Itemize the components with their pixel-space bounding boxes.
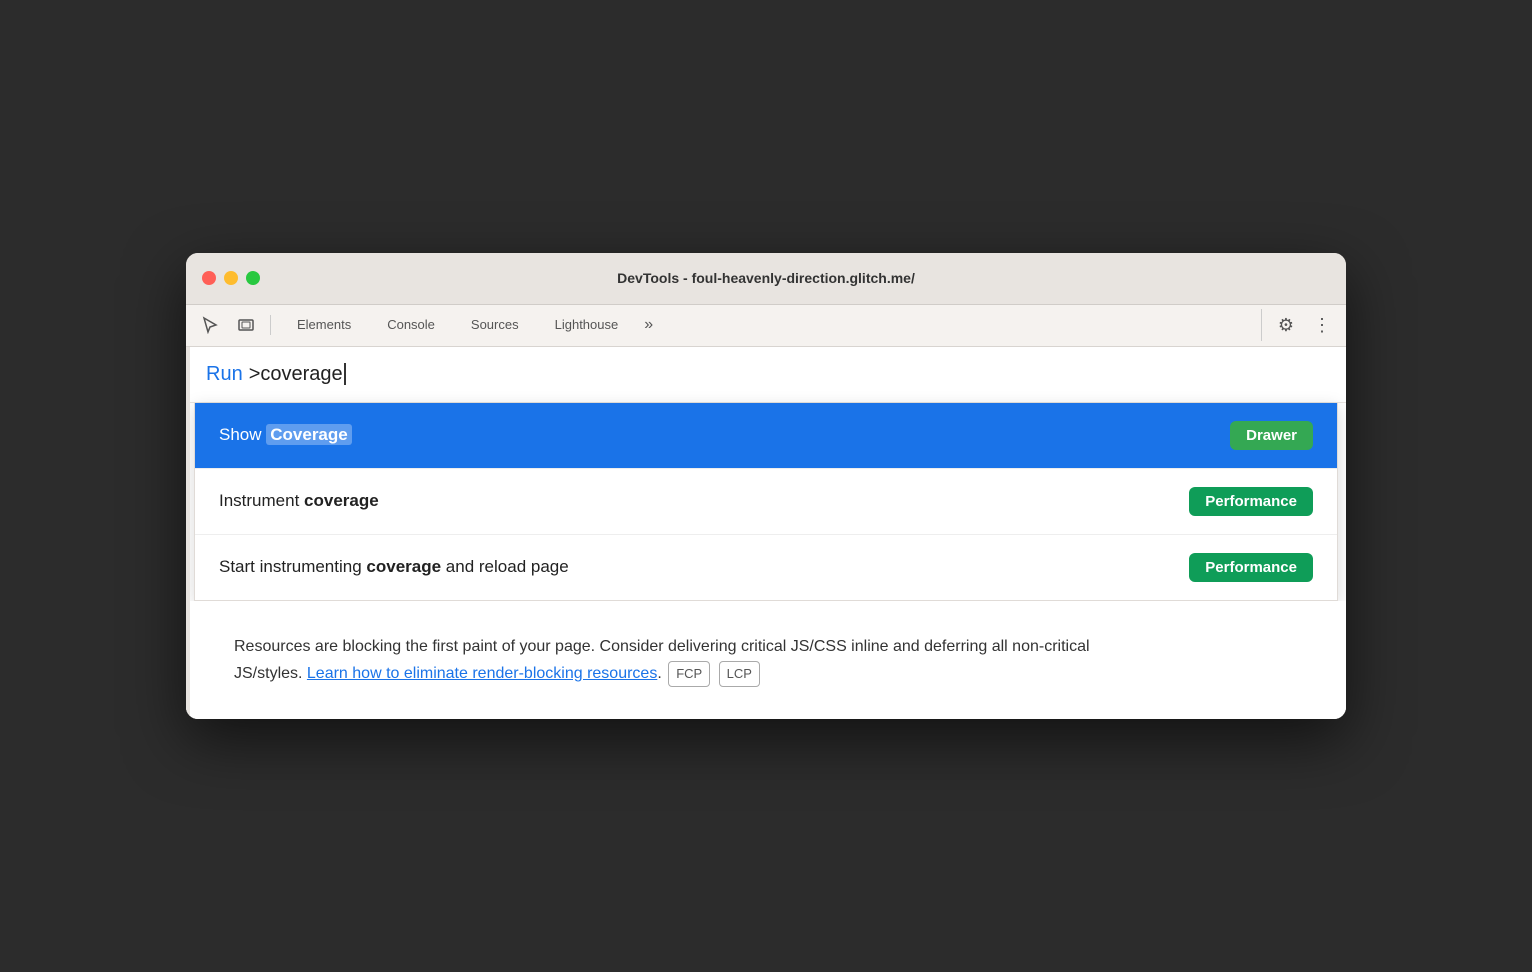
device-icon <box>237 316 255 334</box>
toolbar-tabs: Elements Console Sources Lighthouse » <box>279 304 1257 346</box>
tab-elements[interactable]: Elements <box>279 304 369 346</box>
more-tabs-button[interactable]: » <box>636 304 661 346</box>
dropdown-item-start-instrumenting[interactable]: Start instrumenting coverage and reload … <box>195 535 1337 600</box>
command-dropdown: Show Coverage Drawer Instrument coverage… <box>194 403 1338 601</box>
main-content: Run >coverage Show Coverage Drawer Instr… <box>186 347 1346 719</box>
dropdown-item-text: Show Coverage <box>219 425 352 445</box>
body-paragraph: Resources are blocking the first paint o… <box>234 633 1134 687</box>
body-text-after-link: . <box>657 665 666 682</box>
performance-badge-2: Performance <box>1189 553 1313 582</box>
menu-icon: ⋮ <box>1313 315 1331 336</box>
coverage-bold-2: coverage <box>366 557 441 576</box>
devtools-window: DevTools - foul-heavenly-direction.glitc… <box>186 253 1346 719</box>
learn-more-link[interactable]: Learn how to eliminate render-blocking r… <box>307 665 657 682</box>
performance-badge-1: Performance <box>1189 487 1313 516</box>
tab-lighthouse[interactable]: Lighthouse <box>537 304 637 346</box>
coverage-highlight: Coverage <box>266 424 351 445</box>
dropdown-item-show-coverage[interactable]: Show Coverage Drawer <box>195 403 1337 469</box>
toolbar-divider-1 <box>270 315 271 335</box>
tab-console[interactable]: Console <box>369 304 453 346</box>
dropdown-item-instrument-coverage[interactable]: Instrument coverage Performance <box>195 469 1337 535</box>
dropdown-item-text-3: Start instrumenting coverage and reload … <box>219 557 569 577</box>
text-cursor <box>344 363 346 385</box>
command-bar[interactable]: Run >coverage <box>186 347 1346 403</box>
menu-button[interactable]: ⋮ <box>1306 309 1338 341</box>
dropdown-item-text-2: Instrument coverage <box>219 491 379 511</box>
drawer-badge: Drawer <box>1230 421 1313 450</box>
settings-icon: ⚙ <box>1278 315 1294 336</box>
body-content: Resources are blocking the first paint o… <box>186 601 1346 719</box>
toolbar-right: ⚙ ⋮ <box>1261 309 1338 341</box>
settings-button[interactable]: ⚙ <box>1270 309 1302 341</box>
devtools-toolbar: Elements Console Sources Lighthouse » ⚙ … <box>186 305 1346 347</box>
maximize-button[interactable] <box>246 271 260 285</box>
cursor-icon <box>201 316 219 334</box>
device-tool-button[interactable] <box>230 309 262 341</box>
title-bar: DevTools - foul-heavenly-direction.glitc… <box>186 253 1346 305</box>
lcp-pill: LCP <box>719 661 760 687</box>
command-input[interactable]: >coverage <box>249 363 343 386</box>
minimize-button[interactable] <box>224 271 238 285</box>
coverage-bold-1: coverage <box>304 491 379 510</box>
window-title: DevTools - foul-heavenly-direction.glitc… <box>617 270 915 286</box>
close-button[interactable] <box>202 271 216 285</box>
traffic-lights <box>202 271 260 285</box>
tab-sources[interactable]: Sources <box>453 304 537 346</box>
run-label: Run <box>206 363 243 386</box>
cursor-tool-button[interactable] <box>194 309 226 341</box>
fcp-pill: FCP <box>668 661 710 687</box>
left-border <box>186 347 190 719</box>
